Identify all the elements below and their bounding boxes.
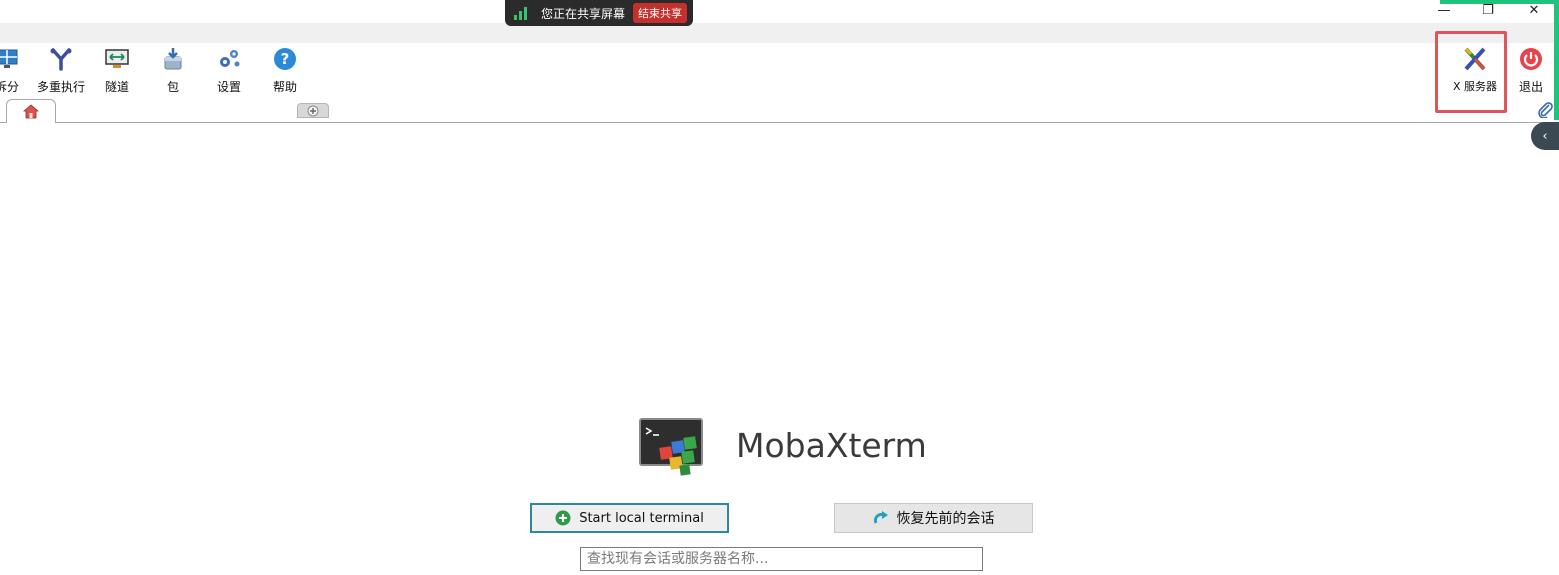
multiexec-icon [50, 48, 72, 71]
restore-arrow-icon [873, 511, 888, 524]
toolbar-tunnel-button[interactable]: 隧道 [89, 45, 145, 97]
paperclip-icon[interactable] [1536, 100, 1554, 118]
toolbar-multiexec-label: 多重执行 [36, 80, 85, 94]
menu-strip [0, 23, 1559, 43]
app-title: MobaXterm [736, 426, 927, 465]
home-icon [23, 104, 39, 119]
tab-strip-line [0, 122, 1552, 123]
xserver-highlight-box [1435, 31, 1507, 113]
start-local-terminal-button[interactable]: Start local terminal [530, 503, 729, 533]
toolbar-exit-button[interactable]: 退出 [1503, 45, 1559, 97]
toolbar-package-label: 包 [166, 80, 179, 94]
signal-bars-icon [514, 6, 531, 20]
mobaxterm-logo [639, 418, 703, 476]
close-icon: ✕ [1528, 2, 1540, 18]
plus-circle-icon [555, 510, 571, 526]
split-icon [0, 49, 18, 68]
toolbar-settings-button[interactable]: 设置 [201, 45, 257, 97]
screen-share-banner: 您正在共享屏幕 结束共享 [505, 0, 693, 26]
title-bar [0, 0, 1559, 23]
restore-icon: ❐ [1482, 2, 1494, 18]
toolbar-multiexec-button[interactable]: 多重执行 [33, 45, 89, 97]
package-icon [164, 48, 182, 70]
minimize-icon: — [1437, 2, 1451, 18]
plus-icon [307, 105, 319, 116]
share-frame-top [1440, 0, 1559, 4]
settings-gear-icon [220, 50, 240, 67]
screen-share-status: 您正在共享屏幕 [540, 6, 625, 21]
start-local-terminal-label: Start local terminal [579, 510, 704, 526]
toolbar-tunnel-label: 隧道 [104, 80, 129, 94]
toolbar-package-button[interactable]: 包 [145, 45, 201, 97]
toolbar-split-label: 拆分 [0, 80, 19, 94]
help-icon: ? [274, 48, 296, 70]
toolbar-settings-label: 设置 [216, 80, 241, 94]
toolbar-help-label: 帮助 [272, 80, 297, 94]
toolbar-exit-label: 退出 [1518, 80, 1543, 94]
restore-session-button[interactable]: 恢复先前的会话 [834, 503, 1033, 533]
stop-sharing-button[interactable]: 结束共享 [633, 3, 687, 23]
svg-text:?: ? [281, 50, 290, 68]
restore-session-label: 恢复先前的会话 [896, 511, 995, 527]
toolbar-help-button[interactable]: ? 帮助 [257, 45, 313, 97]
power-icon [1520, 48, 1542, 70]
sidebar-collapse-button[interactable]: ‹ [1531, 122, 1559, 150]
session-search-input[interactable] [580, 547, 983, 571]
tunnel-icon [105, 49, 129, 68]
tab-home[interactable] [6, 99, 56, 123]
new-tab-button[interactable] [297, 103, 329, 118]
chevron-left-icon: ‹ [1542, 128, 1548, 144]
toolbar-split-button[interactable]: 拆分 [0, 45, 35, 97]
